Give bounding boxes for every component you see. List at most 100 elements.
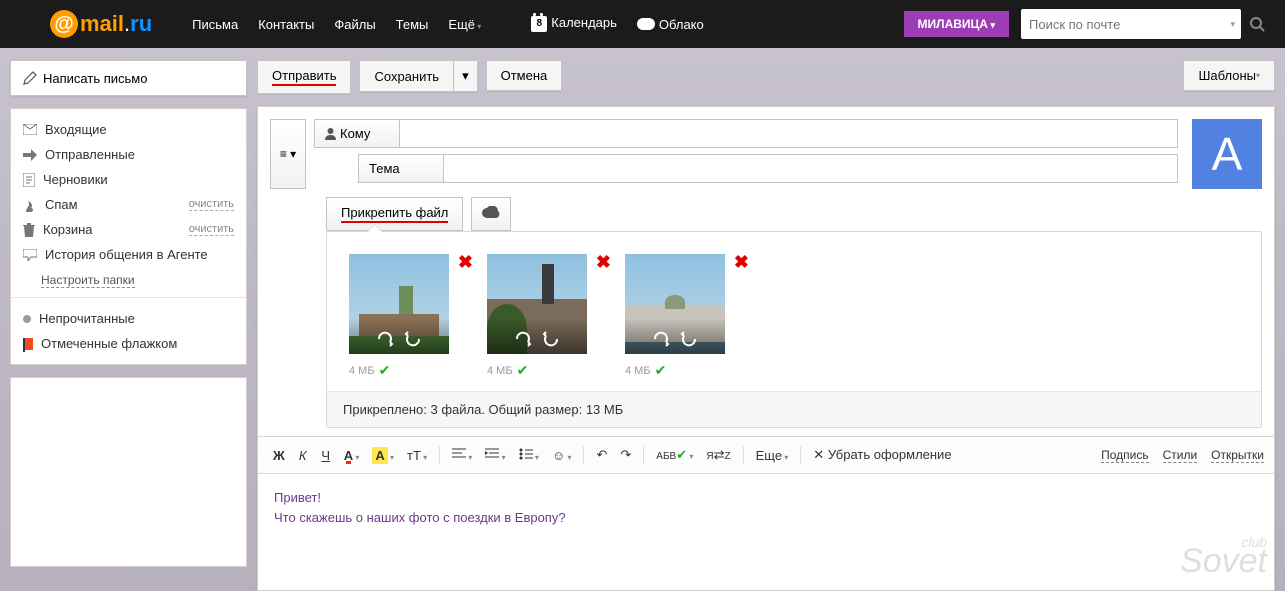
trash-icon	[23, 223, 35, 237]
attach-cloud-button[interactable]	[471, 197, 511, 231]
filter-unread[interactable]: Непрочитанные	[11, 306, 246, 331]
logo[interactable]: @ mail.ru	[50, 10, 152, 38]
underline-button[interactable]: Ч	[316, 444, 336, 467]
cloud-icon	[482, 206, 500, 218]
align-button[interactable]	[447, 444, 477, 467]
filter-flagged[interactable]: Отмеченные флажком	[11, 331, 246, 356]
redo-button[interactable]: ↷	[615, 443, 636, 467]
header: @ mail.ru Письма Контакты Файлы Темы Ещё…	[0, 0, 1285, 48]
logo-ru: ru	[130, 11, 152, 37]
clear-formatting[interactable]: ✕ Убрать оформление	[808, 443, 956, 467]
search-button[interactable]	[1241, 9, 1273, 39]
undo-button[interactable]: ↶	[591, 443, 612, 467]
nav-themes[interactable]: Темы	[396, 17, 429, 32]
folder-drafts[interactable]: Черновики	[11, 167, 246, 192]
italic-button[interactable]: К	[293, 444, 313, 467]
to-input[interactable]	[400, 119, 1178, 148]
text-color-button[interactable]: А	[339, 444, 365, 467]
compose-button[interactable]: Написать письмо	[10, 60, 247, 96]
user-menu[interactable]: МИЛАВИЦА	[904, 11, 1009, 37]
signature-link[interactable]: Подпись	[1101, 448, 1149, 463]
folder-inbox[interactable]: Входящие	[11, 117, 246, 142]
folder-agent[interactable]: История общения в Агенте	[11, 242, 246, 267]
folder-sent[interactable]: Отправленные	[11, 142, 246, 167]
to-button[interactable]: Кому	[314, 119, 400, 148]
recipients-options[interactable]: ≡ ▾	[270, 119, 306, 189]
nav-files[interactable]: Файлы	[334, 17, 375, 32]
nav-more[interactable]: Ещё	[448, 17, 481, 32]
save-button[interactable]: Сохранить	[359, 60, 453, 92]
flag-icon	[23, 338, 33, 350]
templates-button[interactable]: Шаблоны	[1183, 60, 1275, 91]
dot-icon	[23, 315, 31, 323]
remove-attachment[interactable]: ✖	[596, 252, 611, 273]
clear-spam[interactable]: очистить	[189, 198, 234, 211]
translate-button[interactable]: Я⇄Z	[701, 443, 735, 467]
nav-mail[interactable]: Письма	[192, 17, 238, 32]
cancel-button[interactable]: Отмена	[486, 60, 563, 91]
more-button[interactable]: Еще	[751, 444, 794, 467]
list-button[interactable]	[514, 444, 544, 467]
attachment-item: ✖ 4 МБ✔	[625, 254, 735, 379]
nav-cloud[interactable]: Облако	[637, 17, 704, 32]
emoji-button[interactable]: ☺	[547, 444, 577, 467]
folder-trash[interactable]: Корзинаочистить	[11, 217, 246, 242]
check-icon: ✔	[517, 362, 529, 379]
search-icon	[1249, 16, 1265, 32]
compose-area: ≡ ▾ Кому Тема А Прикрепить файл	[257, 106, 1275, 591]
nav-calendar[interactable]: 8Календарь	[531, 15, 617, 33]
attachment-thumb[interactable]	[349, 254, 449, 354]
remove-attachment[interactable]: ✖	[458, 252, 473, 273]
configure-folders[interactable]: Настроить папки	[41, 273, 135, 288]
attachments-summary: Прикреплено: 3 файла. Общий размер: 13 М…	[327, 391, 1261, 427]
attach-file-button[interactable]: Прикрепить файл	[326, 197, 463, 231]
search-dropdown[interactable]: ▾	[1224, 19, 1241, 30]
editor-toolbar: Ж К Ч А А тТ ☺ ↶ ↷ АБВ✔ Я⇄Z Еще	[258, 436, 1274, 474]
attachment-size: 4 МБ	[487, 365, 513, 377]
bg-color-button[interactable]: А	[367, 444, 399, 467]
pencil-icon	[23, 71, 37, 85]
compose-toolbar: Отправить Сохранить ▾ Отмена Шаблоны	[257, 60, 1275, 94]
attachment-item: ✖ 4 МБ✔	[349, 254, 459, 379]
styles-link[interactable]: Стили	[1163, 448, 1198, 463]
indent-button[interactable]	[480, 444, 510, 467]
sent-icon	[23, 149, 37, 161]
attachment-thumb[interactable]	[487, 254, 587, 354]
main: Отправить Сохранить ▾ Отмена Шаблоны ≡ ▾…	[257, 60, 1275, 591]
attachments-panel: ✖ 4 МБ ✔ ✖ 4 МБ ✔ ✖ 4 МБ ✔ Прикреплено: 3 ф…	[326, 231, 1262, 428]
attachment-thumb[interactable]	[625, 254, 725, 354]
align-icon	[452, 448, 466, 460]
logo-at-icon: @	[50, 10, 78, 38]
subject-input[interactable]	[444, 154, 1178, 183]
font-size-button[interactable]: тТ	[402, 444, 432, 467]
body-line: Привет!	[274, 488, 1258, 508]
sidebar: Написать письмо Входящие Отправленные Че…	[10, 60, 247, 591]
save-dropdown[interactable]: ▾	[453, 60, 478, 92]
list-icon	[519, 448, 533, 460]
remove-attachment[interactable]: ✖	[734, 252, 749, 273]
nav-contacts[interactable]: Контакты	[258, 17, 314, 32]
agent-icon	[23, 249, 37, 261]
spellcheck-button[interactable]: АБВ✔	[651, 443, 698, 467]
send-button[interactable]: Отправить	[257, 60, 351, 94]
folders-panel: Входящие Отправленные Черновики Спамочис…	[10, 108, 247, 365]
folder-spam[interactable]: Спамочистить	[11, 192, 246, 217]
bold-button[interactable]: Ж	[268, 444, 290, 467]
cards-link[interactable]: Открытки	[1211, 448, 1264, 463]
search-input[interactable]	[1021, 17, 1224, 32]
indent-icon	[485, 448, 499, 460]
clear-trash[interactable]: очистить	[189, 223, 234, 236]
person-icon	[325, 128, 336, 140]
subject-label: Тема	[358, 154, 444, 183]
check-icon: ✔	[379, 362, 391, 379]
body-line: Что скажешь о наших фото с поездки в Евр…	[274, 508, 1258, 528]
inbox-icon	[23, 124, 37, 135]
attachment-item: ✖ 4 МБ✔	[487, 254, 597, 379]
calendar-icon: 8	[531, 16, 547, 32]
editor-body[interactable]: Привет! Что скажешь о наших фото с поезд…	[258, 474, 1274, 590]
logo-text: mail	[80, 11, 124, 37]
avatar: А	[1192, 119, 1262, 189]
attachment-size: 4 МБ	[625, 365, 651, 377]
attachment-size: 4 МБ	[349, 365, 375, 377]
check-icon: ✔	[655, 362, 667, 379]
